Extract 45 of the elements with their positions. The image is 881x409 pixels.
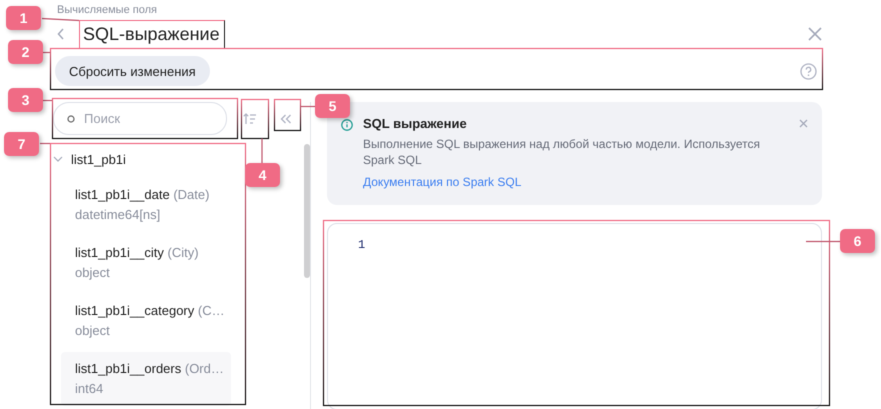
callout-badge: 1 bbox=[6, 6, 41, 30]
callout-frame bbox=[274, 98, 302, 132]
callout-badge: 6 bbox=[840, 229, 875, 253]
field-item[interactable]: list1_pb1i__category (C… object bbox=[61, 294, 232, 348]
info-title: SQL выражение bbox=[363, 116, 468, 131]
field-type: object bbox=[75, 264, 111, 282]
leader-line bbox=[40, 142, 50, 144]
field-name: list1_pb1i__category (C… bbox=[75, 302, 226, 320]
callout-badge: 5 bbox=[315, 94, 350, 118]
field-item[interactable]: list1_pb1i__orders (Ord… int64 bbox=[61, 352, 232, 406]
callout-badge: 7 bbox=[4, 132, 39, 156]
leader-line bbox=[261, 138, 263, 164]
scrollbar[interactable] bbox=[304, 144, 310, 278]
callout-frame bbox=[240, 98, 270, 140]
leader-line bbox=[300, 106, 315, 108]
info-icon bbox=[341, 119, 353, 131]
field-item[interactable]: list1_pb1i__city (City) object bbox=[61, 236, 232, 290]
field-name: list1_pb1i__orders (Ord… bbox=[75, 360, 225, 378]
leader-line bbox=[806, 240, 840, 242]
field-type: object bbox=[75, 322, 111, 340]
help-icon[interactable] bbox=[800, 62, 817, 80]
field-type: datetime64[ns] bbox=[75, 206, 162, 224]
search-icon bbox=[67, 115, 75, 123]
callout-badge: 3 bbox=[8, 88, 43, 112]
tree-group-item[interactable]: list1_pb1i bbox=[53, 144, 248, 174]
tree-group-label: list1_pb1i bbox=[71, 152, 126, 166]
double-chevron-left-icon bbox=[280, 114, 292, 124]
line-number: 1 bbox=[358, 238, 366, 252]
code-editor[interactable]: 1 bbox=[327, 223, 822, 409]
close-icon[interactable] bbox=[808, 27, 822, 41]
chevron-left-icon bbox=[57, 28, 65, 40]
callout-badge: 2 bbox=[8, 40, 43, 64]
leader-line bbox=[42, 18, 80, 22]
sort-icon bbox=[243, 112, 257, 124]
page-title: SQL-выражение bbox=[83, 24, 220, 44]
chevron-down-icon bbox=[53, 156, 63, 162]
field-name: list1_pb1i__city (City) bbox=[75, 244, 200, 262]
info-text: Выполнение SQL выражения над любой частью модели. Используется Spark SQL bbox=[363, 136, 761, 168]
callout-badge: 4 bbox=[245, 163, 280, 187]
field-name: list1_pb1i__date (Date) bbox=[75, 186, 210, 204]
reset-changes-button[interactable]: Сбросить изменения bbox=[55, 56, 210, 86]
close-icon[interactable] bbox=[799, 119, 808, 128]
search-field[interactable]: Поиск bbox=[53, 102, 227, 135]
field-item[interactable]: list1_pb1i__date (Date) datetime64[ns] bbox=[61, 178, 232, 232]
field-type: int64 bbox=[75, 380, 104, 398]
